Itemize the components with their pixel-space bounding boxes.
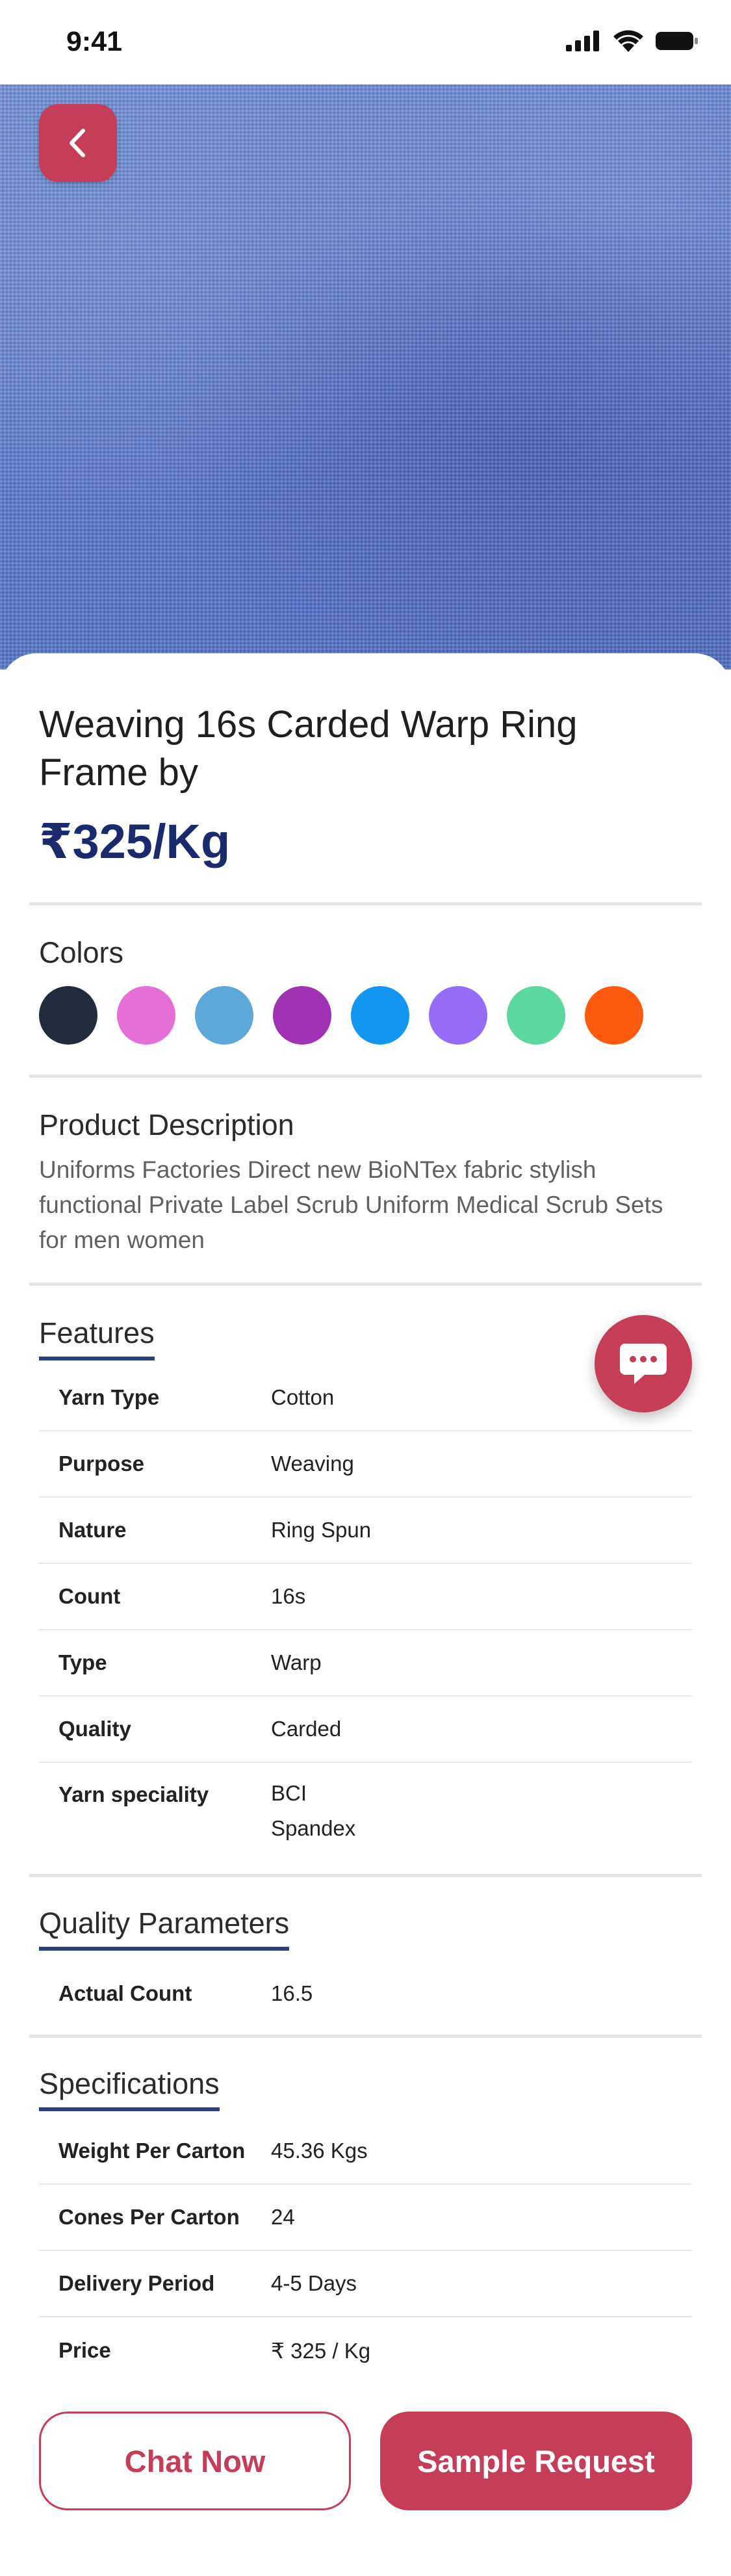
divider (29, 2035, 702, 2038)
feature-value: BCI Spandex (271, 1776, 692, 1846)
spec-key: Price (58, 2338, 111, 2362)
battery-icon (656, 32, 698, 50)
color-swatch[interactable] (117, 986, 175, 1045)
color-swatch[interactable] (507, 986, 565, 1045)
feature-value: Weaving (271, 1451, 354, 1476)
specifications-heading: Specifications (39, 2067, 220, 2111)
feature-value-line: BCI (271, 1781, 307, 1805)
spec-value: 4-5 Days (271, 2271, 357, 2295)
table-row: Cones Per Carton 24 (39, 2185, 692, 2251)
feature-key: Quality (58, 1717, 131, 1741)
quality-heading: Quality Parameters (39, 1906, 290, 1951)
feature-key: Yarn speciality (58, 1782, 209, 1806)
feature-value-line: Spandex (271, 1816, 356, 1840)
color-swatches (39, 986, 643, 1045)
feature-key: Purpose (58, 1451, 145, 1476)
feature-value: Ring Spun (271, 1518, 372, 1542)
spec-value: 45.36 Kgs (271, 2139, 368, 2163)
sample-request-button[interactable]: Sample Request (380, 2412, 692, 2510)
spec-key: Delivery Period (58, 2271, 215, 2295)
table-row: Weight Per Carton 45.36 Kgs (39, 2118, 692, 2185)
feature-value: Warp (271, 1650, 322, 1674)
chat-bubble-icon (620, 1344, 667, 1384)
feature-value: Carded (271, 1717, 342, 1741)
chat-now-button[interactable]: Chat Now (39, 2412, 351, 2510)
table-row: Delivery Period 4-5 Days (39, 2251, 692, 2317)
back-button[interactable] (39, 104, 117, 182)
feature-value: 16s (271, 1584, 306, 1608)
quality-table: Actual Count 16.5 (39, 1960, 692, 2027)
specifications-table: Weight Per Carton 45.36 Kgs Cones Per Ca… (39, 2118, 692, 2384)
product-title: Weaving 16s Carded Warp Ring Frame by (39, 703, 578, 794)
chevron-left-icon (70, 129, 85, 157)
color-swatch[interactable] (39, 986, 97, 1045)
feature-key: Type (58, 1650, 107, 1674)
divider (29, 1074, 702, 1078)
chat-fab-button[interactable] (595, 1315, 692, 1412)
divider (29, 1282, 702, 1286)
spec-value: 24 (271, 2205, 295, 2229)
color-swatch[interactable] (351, 986, 409, 1045)
color-swatch[interactable] (273, 986, 331, 1045)
signal-icon (566, 31, 599, 51)
spec-key: Weight Per Carton (58, 2139, 246, 2163)
table-row: Type Warp (39, 1630, 692, 1697)
table-row: Actual Count 16.5 (39, 1960, 692, 2027)
feature-key: Count (58, 1584, 121, 1608)
table-row: Count 16s (39, 1564, 692, 1630)
product-price: ₹325/Kg (39, 814, 231, 868)
color-swatch[interactable] (195, 986, 253, 1045)
table-row: Quality Carded (39, 1697, 692, 1763)
status-bar: 9:41 (0, 0, 731, 85)
divider (29, 1874, 702, 1877)
wifi-icon (613, 30, 643, 52)
spec-key: Cones Per Carton (58, 2205, 240, 2229)
status-time: 9:41 (66, 26, 123, 57)
table-row: Yarn Type Cotton (39, 1365, 692, 1431)
feature-key: Nature (58, 1518, 127, 1542)
table-row: Price ₹ 325 / Kg (39, 2317, 692, 2384)
spec-value: ₹ 325 / Kg (271, 2338, 371, 2363)
table-row: Nature Ring Spun (39, 1498, 692, 1564)
table-row: Purpose Weaving (39, 1431, 692, 1498)
colors-heading: Colors (39, 936, 124, 969)
quality-key: Actual Count (58, 1981, 192, 2005)
quality-value: 16.5 (271, 1981, 313, 2005)
description-text: Uniforms Factories Direct new BioNTex fa… (39, 1156, 663, 1253)
feature-key: Yarn Type (58, 1385, 160, 1409)
color-swatch[interactable] (585, 986, 643, 1045)
description-heading: Product Description (39, 1108, 294, 1141)
features-heading: Features (39, 1316, 155, 1360)
color-swatch[interactable] (429, 986, 487, 1045)
table-row: Yarn speciality BCI Spandex (39, 1763, 692, 1869)
features-table: Yarn Type Cotton Purpose Weaving Nature … (39, 1365, 692, 1869)
divider (29, 902, 702, 905)
status-icons (566, 30, 699, 52)
